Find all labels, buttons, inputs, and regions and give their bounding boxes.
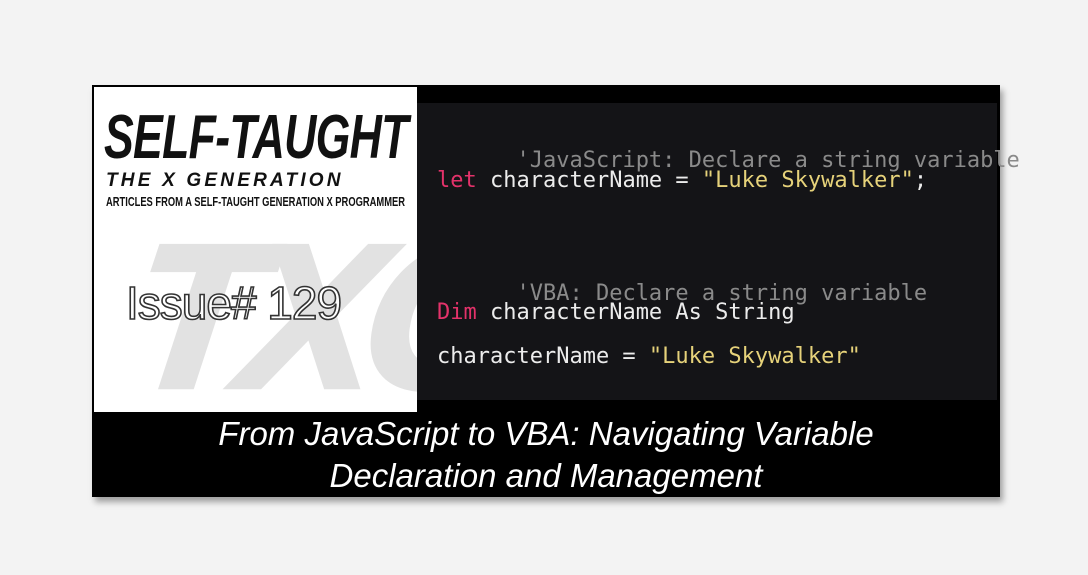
brand-title: SELF-TAUGHT [104,103,408,172]
code-keyword: let [437,168,477,193]
code-identifier: characterName = [437,344,649,369]
issue-number: Issue# 129 [125,276,343,330]
brand-tagline: ARTICLES FROM A SELF-TAUGHT GENERATION X… [106,194,405,209]
article-title: From JavaScript to VBA: Navigating Varia… [92,412,1000,497]
logo-panel: TXG SELF-TAUGHT THE X GENERATION ARTICLE… [94,87,417,412]
article-title-line-1: From JavaScript to VBA: Navigating Varia… [218,414,874,452]
code-identifier: characterName As String [476,300,795,325]
code-punctuation: ; [913,168,928,193]
article-banner: TXG SELF-TAUGHT THE X GENERATION ARTICLE… [92,85,1020,497]
brand-subtitle: THE X GENERATION [106,170,344,191]
code-identifier: characterName = [476,168,702,193]
code-line-2: let characterName = "Luke Skywalker"; [437,168,927,193]
code-line-5: characterName = "Luke Skywalker" [437,344,861,369]
article-title-line-2: Declaration and Management [329,456,763,494]
code-string: "Luke Skywalker" [701,168,914,193]
code-snippet: 'JavaScript: Declare a string variable l… [417,103,1020,400]
code-line-4: Dim characterName As String [437,300,795,325]
code-keyword: Dim [437,300,477,325]
code-string: "Luke Skywalker" [648,344,861,369]
